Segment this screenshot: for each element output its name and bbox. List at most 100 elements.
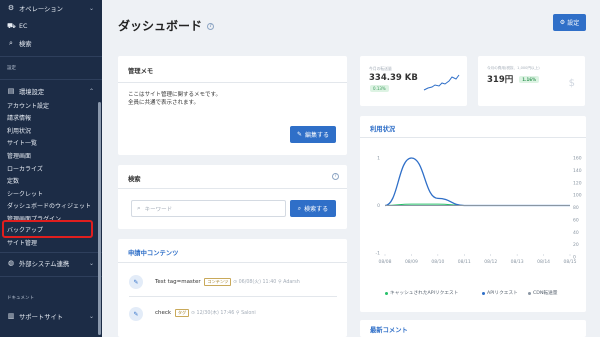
api-series-line — [384, 157, 570, 207]
help-icon[interactable]: ? — [332, 173, 339, 180]
x-tick-label: 08/08 — [379, 259, 392, 265]
card-divider — [118, 82, 347, 83]
search-input[interactable]: ⌕ キーワード — [131, 200, 286, 217]
sidebar-item-ec[interactable]: ⛟ EC — [0, 20, 102, 32]
sidebar-subitem-localize[interactable]: ローカライズ — [0, 163, 98, 175]
search-button[interactable]: ⌕ 検索する — [290, 200, 336, 217]
y-left-tick-label: -1 — [376, 251, 381, 257]
comments-card: 最新コメント — [360, 320, 586, 337]
book-icon: ▥ — [7, 312, 15, 320]
sidebar-subitem-admin[interactable]: 管理画面 — [0, 150, 98, 162]
traffic-value: 334.39 KB — [369, 73, 418, 83]
sidebar-subitem-secrets[interactable]: シークレット — [0, 188, 98, 200]
memo-text-line2: 全員に共通で表示されます。 — [128, 100, 199, 106]
edit-icon: ✎ — [129, 307, 143, 321]
y-left-tick-label: 1 — [377, 156, 380, 162]
edit-button[interactable]: ✎ 編集する — [290, 126, 336, 143]
gear-icon: ⚙ — [7, 4, 15, 12]
sidebar-subitem-widgets[interactable]: ダッシュボードのウィジェット — [0, 200, 98, 212]
help-icon[interactable]: ? — [207, 23, 215, 30]
sidebar-item-support[interactable]: ▥ サポートサイト ⌄ — [0, 310, 102, 322]
memo-card: 管理メモ ここはサイト管理に関するメモです。 全員に共通で表示されます。 ✎ 編集… — [118, 56, 347, 155]
y-left-tick-label: 0 — [377, 203, 380, 209]
content-date: 06/08(火) 11:40 — [238, 280, 277, 285]
cost-value: 319円 1.16% — [487, 73, 540, 85]
memo-text-line1: ここはサイト管理に関するメモです。 — [128, 92, 221, 98]
x-tick-label: 08/10 — [431, 259, 444, 265]
sidebar-divider — [0, 276, 102, 277]
search-placeholder: キーワード — [144, 206, 173, 213]
x-tick-label: 08/11 — [458, 259, 471, 265]
chevron-up-icon: ⌃ — [88, 87, 94, 95]
traffic-card: 今月の転送量 334.39 KB 0.13% — [360, 56, 467, 106]
chevron-down-icon: ⌄ — [88, 4, 94, 12]
sidebar-scrollbar[interactable] — [98, 102, 101, 335]
sidebar: ⚙ オペレーション ⌄ ⛟ EC ⌕ 検索 設定 ▤ 環境設定 ⌃ アカウント設… — [0, 0, 102, 337]
cost-label: 今月の費用(税抜、1,000円以上) — [487, 66, 540, 70]
legend-item: キャッシュされたAPIリクエスト — [385, 290, 458, 296]
list-item[interactable]: check タグ ⊙ 12/30(木) 17:46 ⚲ Saloni — [155, 309, 256, 317]
sidebar-item-label: 環境設定 — [19, 88, 45, 96]
sidebar-subitem-sites[interactable]: サイト一覧 — [0, 137, 98, 149]
y-right-tick-label: 20 — [573, 242, 579, 248]
content-tag: タグ — [174, 309, 190, 317]
chevron-down-icon: ⌄ — [88, 259, 94, 267]
edit-icon: ✎ — [129, 275, 143, 289]
traffic-sparkline — [423, 74, 460, 91]
sidebar-subitem-usage[interactable]: 利用状況 — [0, 125, 98, 137]
sidebar-subitem-constants[interactable]: 定数 — [0, 175, 98, 187]
list-item[interactable]: Test tag=master コンテンツ ⊙ 06/08(火) 11:40 ⚲… — [155, 278, 300, 286]
contents-title: 申請中コンテンツ — [128, 250, 179, 257]
y-right-tick-label: 100 — [573, 193, 582, 199]
settings-button[interactable]: ⚙ 設定 — [553, 14, 586, 31]
sidebar-item-env-settings[interactable]: ▤ 環境設定 ⌃ — [0, 85, 102, 97]
main-content: ダッシュボード? ⚙ 設定 管理メモ ここはサイト管理に関するメモです。 全員に共… — [102, 0, 600, 337]
memo-title: 管理メモ — [128, 68, 154, 75]
cart-icon: ⛟ — [7, 21, 16, 30]
contents-card: 申請中コンテンツ ✎ Test tag=master コンテンツ ⊙ 06/08… — [118, 239, 347, 337]
search-icon: ⌕ — [297, 204, 302, 212]
usage-card: 利用状況 08/08 08/09 08/10 08/11 08/12 08/13 08/14… — [360, 116, 586, 312]
sidebar-section-docs: ドキュメント — [7, 296, 34, 301]
page-title: ダッシュボード? — [118, 17, 215, 34]
sidebar-divider — [0, 79, 102, 80]
traffic-percent-badge: 0.13% — [370, 85, 389, 92]
legend-item: CDN転送量 — [528, 290, 557, 296]
card-divider — [118, 262, 347, 263]
content-user: Adarsh — [283, 280, 300, 285]
cost-card: 今月の費用(税抜、1,000円以上) 319円 1.16% $ — [478, 56, 585, 106]
sidebar-item-label: EC — [19, 22, 28, 30]
y-right-tick-label: 40 — [573, 230, 579, 236]
sidebar-subitem-billing[interactable]: 請求情報 — [0, 112, 98, 124]
x-tick-label: 08/09 — [405, 259, 418, 265]
sidebar-subitem-account[interactable]: アカウント設定 — [0, 100, 98, 112]
pencil-icon: ✎ — [296, 131, 302, 138]
search-icon: ⌕ — [9, 38, 13, 47]
search-card: 検索 ? ⌕ キーワード ⌕ 検索する — [118, 165, 347, 229]
sidebar-item-external[interactable]: ◍ 外部システム連携 ⌄ — [0, 257, 102, 269]
y-right-tick-label: 160 — [573, 156, 582, 162]
row-divider — [129, 296, 337, 297]
content-tag: コンテンツ — [204, 278, 232, 286]
legend-item: APIリクエスト — [482, 290, 518, 296]
x-tick-label: 08/13 — [511, 259, 524, 265]
sidebar-subitem-site-management[interactable]: サイト管理 — [0, 237, 98, 249]
search-title: 検索 — [128, 176, 141, 183]
sidebar-item-operation[interactable]: ⚙ オペレーション ⌄ — [0, 2, 102, 14]
highlight-box — [2, 220, 93, 238]
chevron-down-icon: ⌄ — [88, 312, 94, 320]
y-right-tick-label: 0 — [573, 255, 576, 261]
x-tick-label: 08/14 — [537, 259, 550, 265]
sidebar-item-label: サポートサイト — [19, 313, 64, 321]
sidebar-item-label: 外部システム連携 — [19, 260, 70, 268]
sidebar-item-search[interactable]: ⌕ 検索 — [0, 37, 102, 49]
y-right-tick-label: 120 — [573, 180, 582, 186]
content-user: Saloni — [241, 311, 256, 316]
sidebar-item-label: 検索 — [19, 40, 32, 48]
gear-icon: ⚙ — [559, 19, 566, 26]
content-name: check — [155, 310, 172, 316]
traffic-label: 今月の転送量 — [369, 66, 392, 71]
cost-percent-badge: 1.16% — [519, 76, 540, 83]
comments-title: 最新コメント — [370, 327, 408, 334]
y-right-tick-label: 140 — [573, 168, 582, 174]
